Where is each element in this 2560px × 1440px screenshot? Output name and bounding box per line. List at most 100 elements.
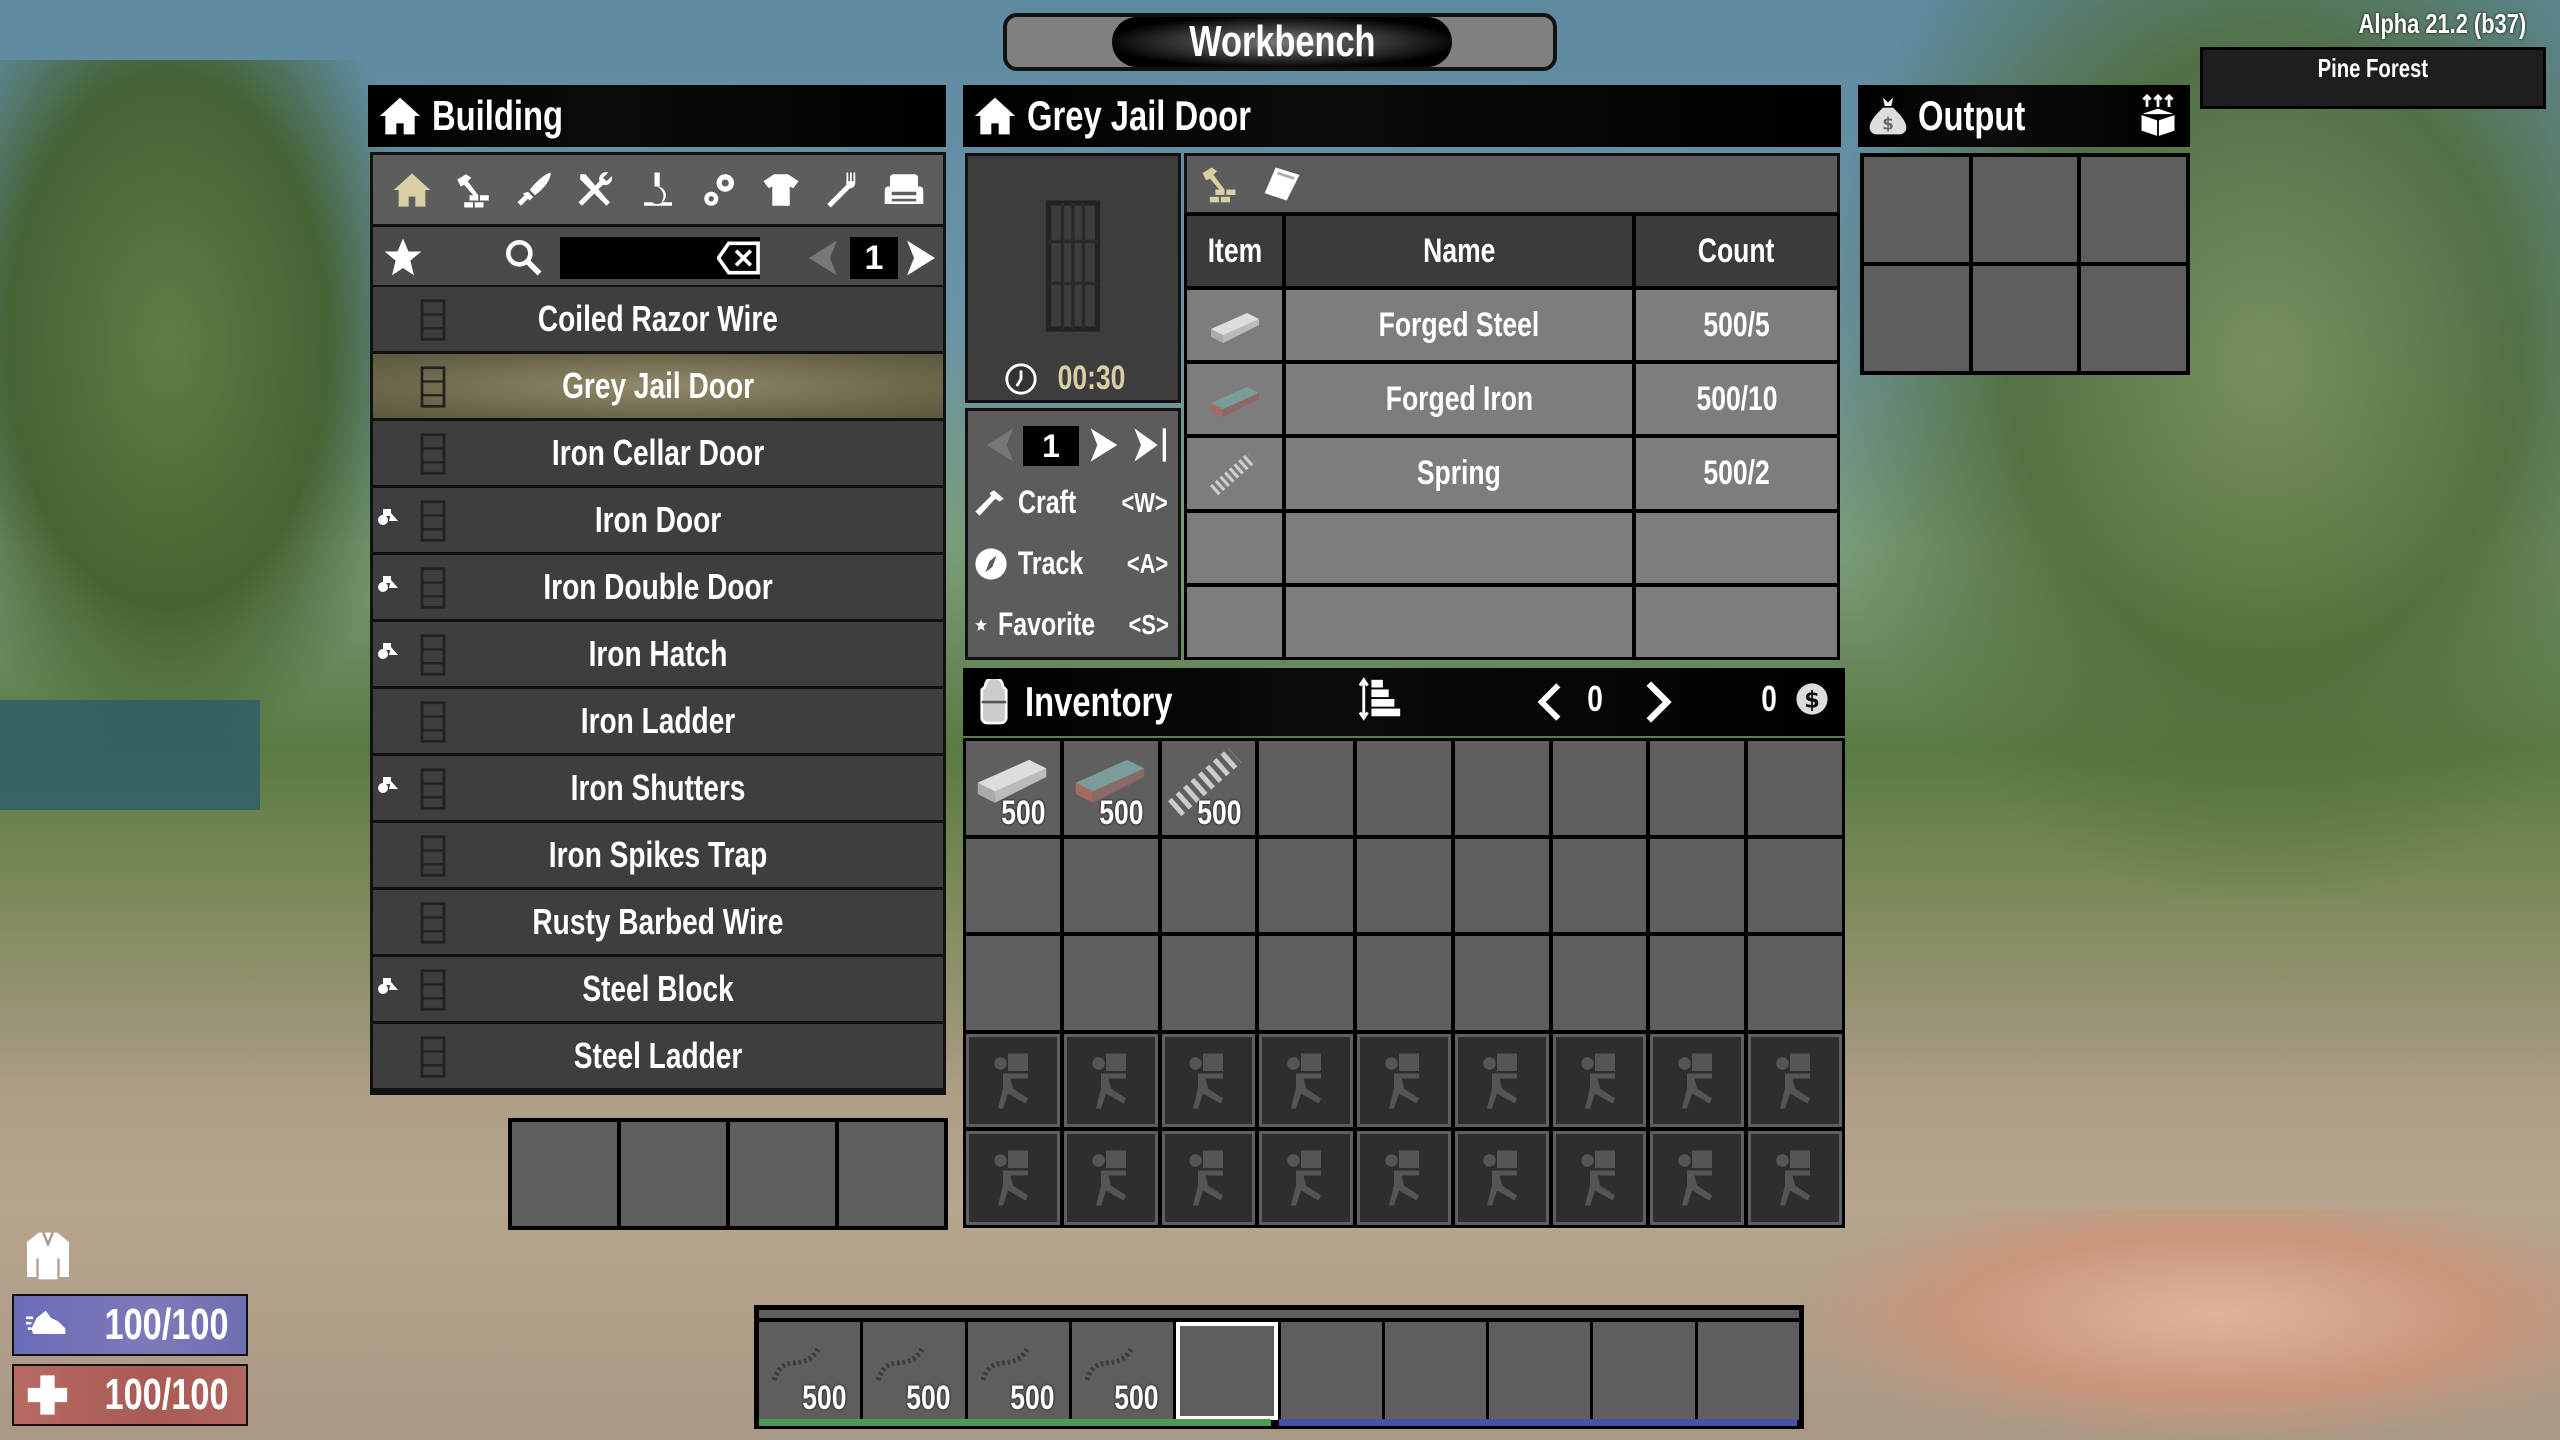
inventory-slot[interactable] (1357, 936, 1451, 1030)
inventory-prev-page-icon[interactable] (1535, 682, 1565, 722)
inventory-slot[interactable] (1259, 741, 1354, 835)
inventory-slot[interactable] (1454, 936, 1549, 1030)
locked-inventory-slot[interactable] (1063, 1033, 1158, 1128)
inventory-slot[interactable] (966, 936, 1060, 1030)
queue-slot[interactable] (512, 1122, 617, 1226)
tab-clothing[interactable] (757, 166, 805, 214)
output-slot[interactable] (2081, 266, 2186, 371)
locked-inventory-slot[interactable] (1357, 1131, 1451, 1225)
locked-inventory-slot[interactable] (1161, 1131, 1256, 1225)
recipe-item[interactable]: Iron Cellar Door (373, 421, 943, 485)
ingredient-item-cell[interactable] (1187, 364, 1282, 435)
locked-inventory-slot[interactable] (1259, 1131, 1354, 1225)
inventory-slot[interactable] (1650, 838, 1745, 933)
page-prev-arrow-icon[interactable] (803, 237, 843, 279)
queue-slot[interactable] (621, 1122, 726, 1226)
tab-weapons[interactable] (511, 166, 559, 214)
clear-search-icon[interactable] (717, 240, 761, 276)
locked-inventory-slot[interactable] (1454, 1033, 1549, 1128)
craft-button[interactable]: Craft <W> (974, 484, 1174, 521)
toolbelt-slot[interactable]: 500 (759, 1322, 861, 1420)
recipe-item[interactable]: Steel Block (373, 957, 943, 1021)
inventory-slot[interactable] (1161, 838, 1256, 933)
output-slot[interactable] (1864, 266, 1969, 371)
tab-description-book-icon[interactable] (1261, 162, 1305, 206)
inventory-slot[interactable] (1454, 838, 1549, 933)
ingredient-item-cell[interactable] (1187, 290, 1282, 361)
quantity-increase-icon[interactable] (1086, 425, 1122, 465)
locked-inventory-slot[interactable] (1552, 1131, 1647, 1225)
inventory-slot[interactable] (1552, 838, 1647, 933)
output-slot[interactable] (1972, 266, 2078, 371)
recipe-item[interactable]: Grey Jail Door (373, 354, 943, 418)
inventory-slot[interactable]: 500 (1063, 741, 1158, 835)
queue-slot[interactable] (839, 1122, 944, 1226)
tab-repair[interactable] (572, 166, 620, 214)
craft-quantity[interactable]: 1 (1023, 426, 1079, 466)
locked-inventory-slot[interactable] (966, 1131, 1060, 1225)
inventory-slot[interactable] (1552, 936, 1647, 1030)
tab-tools[interactable] (449, 166, 497, 214)
toolbelt-slot[interactable] (1593, 1322, 1695, 1420)
locked-inventory-slot[interactable] (1650, 1131, 1745, 1225)
locked-inventory-slot[interactable] (1748, 1131, 1842, 1225)
tab-decor[interactable] (880, 166, 928, 214)
locked-inventory-slot[interactable] (1552, 1033, 1647, 1128)
inventory-slot[interactable] (1063, 936, 1158, 1030)
inventory-slot[interactable] (1650, 936, 1745, 1030)
inventory-slot[interactable] (1259, 838, 1354, 933)
toolbelt-slot[interactable]: 500 (863, 1322, 965, 1420)
locked-inventory-slot[interactable] (1063, 1131, 1158, 1225)
recipe-item[interactable]: Steel Ladder (373, 1024, 943, 1088)
inventory-slot[interactable] (1357, 838, 1451, 933)
locked-inventory-slot[interactable] (1650, 1033, 1745, 1128)
inventory-slot[interactable] (966, 838, 1060, 933)
queue-slot[interactable] (730, 1122, 835, 1226)
output-slot[interactable] (1972, 157, 2078, 262)
sort-inventory-icon[interactable] (1358, 676, 1404, 722)
toolbelt-slot[interactable]: 500 (967, 1322, 1069, 1420)
inventory-slot[interactable] (1748, 936, 1842, 1030)
inventory-slot[interactable] (1161, 936, 1256, 1030)
inventory-slot[interactable]: 500 (1161, 741, 1256, 835)
ingredient-item-cell[interactable] (1187, 586, 1282, 657)
quantity-max-icon[interactable] (1130, 425, 1172, 465)
quantity-decrease-icon[interactable] (982, 425, 1018, 465)
output-slot[interactable] (1864, 157, 1969, 262)
inventory-slot[interactable] (1357, 741, 1451, 835)
locked-inventory-slot[interactable] (1357, 1033, 1451, 1128)
inventory-slot[interactable] (1259, 936, 1354, 1030)
inventory-next-page-icon[interactable] (1643, 680, 1673, 724)
take-all-box-icon[interactable] (2136, 94, 2180, 138)
recipe-item[interactable]: Rusty Barbed Wire (373, 890, 943, 954)
inventory-slot[interactable] (1063, 838, 1158, 933)
recipe-item[interactable]: Iron Hatch (373, 622, 943, 686)
locked-inventory-slot[interactable] (1748, 1033, 1842, 1128)
tab-food[interactable] (819, 166, 867, 214)
recipe-item[interactable]: Iron Spikes Trap (373, 823, 943, 887)
toolbelt-slot[interactable] (1176, 1322, 1278, 1420)
ingredient-item-cell[interactable] (1187, 512, 1282, 583)
ingredient-item-cell[interactable] (1187, 438, 1282, 509)
toolbelt-slot[interactable] (1489, 1322, 1591, 1420)
toolbelt-slot[interactable] (1280, 1322, 1382, 1420)
favorite-button[interactable]: Favorite <S> (974, 606, 1174, 643)
tab-resources[interactable] (696, 166, 744, 214)
toolbelt-slot[interactable] (1697, 1322, 1799, 1420)
inventory-slot[interactable]: 500 (966, 741, 1060, 835)
page-next-arrow-icon[interactable] (901, 237, 941, 279)
tab-ingredients-hammer-bricks-icon[interactable] (1197, 162, 1241, 206)
favorites-filter-star-icon[interactable] (381, 235, 425, 279)
inventory-slot[interactable] (1454, 741, 1549, 835)
track-button[interactable]: Track <A> (974, 545, 1174, 582)
locked-inventory-slot[interactable] (1161, 1033, 1256, 1128)
output-slot[interactable] (2081, 157, 2186, 262)
recipe-item[interactable]: Iron Door (373, 488, 943, 552)
tab-building[interactable] (388, 166, 436, 214)
inventory-slot[interactable] (1748, 838, 1842, 933)
recipe-item[interactable]: Coiled Razor Wire (373, 287, 943, 351)
inventory-slot[interactable] (1650, 741, 1745, 835)
recipe-item[interactable]: Iron Ladder (373, 689, 943, 753)
locked-inventory-slot[interactable] (966, 1033, 1060, 1128)
toolbelt-slot[interactable] (1384, 1322, 1487, 1420)
